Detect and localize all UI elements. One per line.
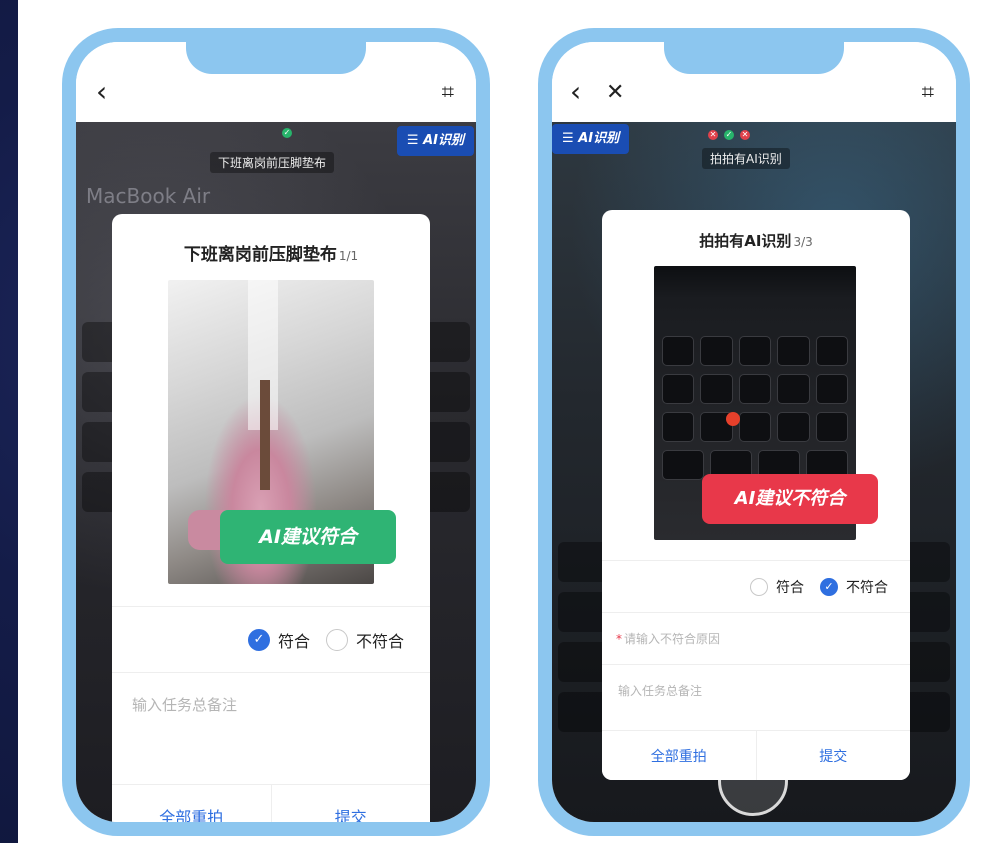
radio-fail[interactable] — [325, 628, 348, 651]
radio-pass-label: 符合 — [277, 631, 310, 651]
compliance-options: ✓ 符合 不符合 — [112, 606, 430, 672]
reason-input[interactable]: * 请输入不符合原因 — [602, 612, 910, 664]
ai-badge-icon: ☰ — [406, 133, 424, 148]
photo-keyboard-row — [662, 336, 849, 366]
remark-input[interactable]: 输入任务总备注 — [112, 672, 430, 736]
ai-verdict-badge: AI建议不符合 — [702, 474, 878, 524]
back-icon[interactable]: ‹ — [570, 78, 581, 106]
ai-badge-label: AI识别 — [578, 131, 620, 146]
close-icon: ✕ — [740, 130, 750, 140]
ai-recognition-badge[interactable]: ☰ AI识别 — [552, 124, 630, 154]
radio-fail[interactable]: ✓ — [820, 577, 838, 596]
camera-bg-text: MacBook Air — [86, 184, 211, 208]
compliance-options: 符合 ✓ 不符合 — [602, 560, 910, 612]
submit-button[interactable]: 提交 — [755, 731, 910, 780]
retake-all-button[interactable]: 全部重拍 — [112, 785, 271, 822]
photo-keyboard-row — [662, 374, 849, 404]
scan-icon[interactable]: ⌗ — [922, 82, 934, 104]
camera-task-label: 拍拍有AI识别 — [702, 148, 790, 169]
phone-right: ‹ ✕ ⌗ ☰ AI识别 ✕ ✓ ✕ 拍拍有AI识别 拍拍有AI识别 3/3 AI… — [538, 28, 970, 836]
scan-icon[interactable]: ⌗ — [442, 82, 454, 104]
trackpoint — [726, 412, 740, 426]
close-icon[interactable]: ✕ — [606, 82, 624, 104]
radio-fail-label: 不符合 — [355, 631, 404, 651]
reason-placeholder: 请输入不符合原因 — [624, 632, 721, 646]
remark-input[interactable]: 输入任务总备注 — [602, 664, 910, 716]
camera-task-label: 下班离岗前压脚垫布 — [210, 152, 335, 173]
photo-count: 1/1 — [338, 249, 359, 263]
review-modal: 下班离岗前压脚垫布 1/1 AI建议符合 ✓ 符合 不符合 输入任务总备注 全部重… — [112, 214, 430, 822]
modal-actions: 全部重拍 提交 — [112, 784, 430, 822]
ai-badge-icon: ☰ — [562, 131, 579, 146]
required-mark: * — [616, 631, 622, 646]
phone-notch — [186, 42, 366, 74]
back-icon[interactable]: ‹ — [96, 78, 107, 106]
modal-title-text: 下班离岗前压脚垫布 — [183, 245, 337, 265]
radio-pass[interactable]: ✓ — [247, 628, 270, 651]
remark-placeholder: 输入任务总备注 — [132, 696, 238, 714]
radio-pass-label: 符合 — [776, 579, 804, 596]
ai-badge-label: AI识别 — [423, 133, 464, 148]
phone-left: ‹ ⌗ MacBook Air ☰ AI识别 ✓ 下班离岗前压脚垫布 下班离岗前… — [62, 28, 490, 836]
check-icon: ✓ — [724, 130, 734, 140]
close-icon: ✕ — [708, 130, 718, 140]
phone-notch — [664, 42, 844, 74]
status-dots: ✕ ✓ ✕ — [708, 130, 750, 140]
ai-recognition-badge[interactable]: ☰ AI识别 — [396, 126, 474, 156]
modal-actions: 全部重拍 提交 — [602, 730, 910, 780]
modal-title: 下班离岗前压脚垫布 1/1 — [112, 214, 430, 265]
modal-title: 拍拍有AI识别 3/3 — [602, 210, 910, 251]
ai-verdict-badge: AI建议符合 — [220, 510, 396, 564]
photo-keyboard-row — [662, 412, 849, 442]
presser-foot — [260, 380, 270, 490]
status-dots: ✓ — [282, 128, 292, 138]
photo-count: 3/3 — [793, 235, 813, 249]
radio-fail-label: 不符合 — [846, 579, 888, 596]
remark-placeholder: 输入任务总备注 — [618, 684, 703, 698]
check-icon: ✓ — [282, 128, 292, 138]
review-modal: 拍拍有AI识别 3/3 AI建议不符合 符合 ✓ 不符合 * 请输入不符合原因 输… — [602, 210, 910, 780]
submit-button[interactable]: 提交 — [270, 785, 430, 822]
retake-all-button[interactable]: 全部重拍 — [602, 731, 756, 780]
modal-title-text: 拍拍有AI识别 — [699, 232, 792, 250]
radio-pass[interactable] — [750, 577, 768, 596]
